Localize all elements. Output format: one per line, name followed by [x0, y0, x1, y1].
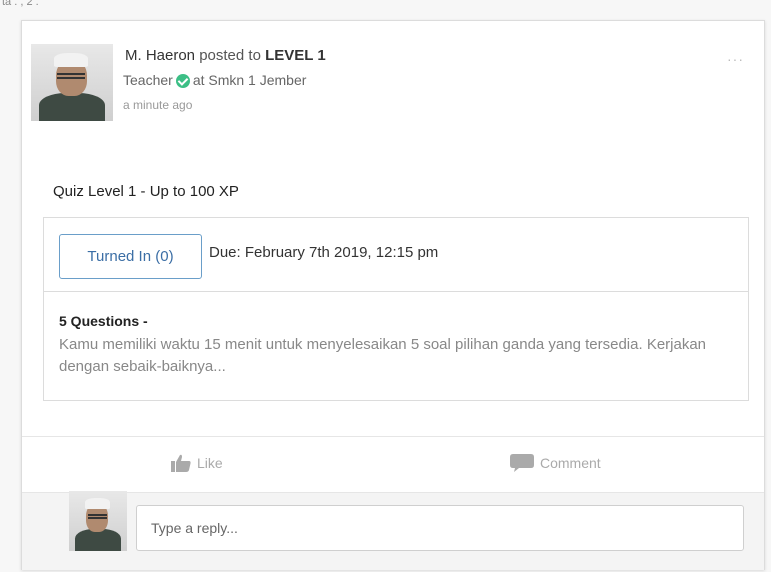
post-card: M. Haeron posted to LEVEL 1 Teacher at S… — [21, 20, 765, 570]
like-button[interactable]: Like — [171, 454, 223, 472]
reply-input[interactable] — [136, 505, 744, 551]
current-user-avatar — [69, 491, 127, 551]
author-line: M. Haeron posted to LEVEL 1 — [125, 47, 326, 64]
more-dots-icon[interactable]: ··· — [727, 51, 744, 67]
author-name[interactable]: M. Haeron — [125, 47, 195, 64]
reply-area — [22, 492, 764, 570]
posted-to-text: posted to — [199, 47, 261, 64]
comment-button[interactable]: Comment — [510, 454, 601, 472]
assignment-body[interactable]: 5 Questions - Kamu memiliki waktu 15 men… — [44, 292, 748, 378]
comment-label: Comment — [540, 455, 601, 471]
comment-icon — [510, 454, 534, 472]
assignment-header: Turned In (0) Due: February 7th 2019, 12… — [44, 218, 748, 292]
assignment-box: Turned In (0) Due: February 7th 2019, 12… — [43, 217, 749, 401]
author-role: Teacher — [123, 72, 173, 88]
due-date: Due: February 7th 2019, 12:15 pm — [209, 244, 439, 261]
author-avatar[interactable] — [31, 44, 113, 121]
turned-in-button[interactable]: Turned In (0) — [59, 234, 202, 279]
author-school: at Smkn 1 Jember — [192, 72, 307, 88]
post-timestamp: a minute ago — [123, 98, 193, 112]
thumbs-up-icon — [171, 454, 191, 472]
quiz-description: Kamu memiliki waktu 15 menit untuk menye… — [59, 336, 707, 375]
group-name[interactable]: LEVEL 1 — [265, 47, 326, 64]
page: ta . , 2 . M. Haeron posted to LEVEL 1 T… — [0, 0, 771, 572]
post-actions: Like Comment — [22, 436, 764, 492]
corner-text: ta . , 2 . — [2, 0, 39, 8]
role-line: Teacher at Smkn 1 Jember — [123, 72, 306, 88]
like-label: Like — [197, 455, 223, 471]
check-circle-icon — [175, 74, 190, 88]
question-count: 5 Questions - — [59, 313, 148, 329]
quiz-title: Quiz Level 1 - Up to 100 XP — [53, 183, 239, 200]
